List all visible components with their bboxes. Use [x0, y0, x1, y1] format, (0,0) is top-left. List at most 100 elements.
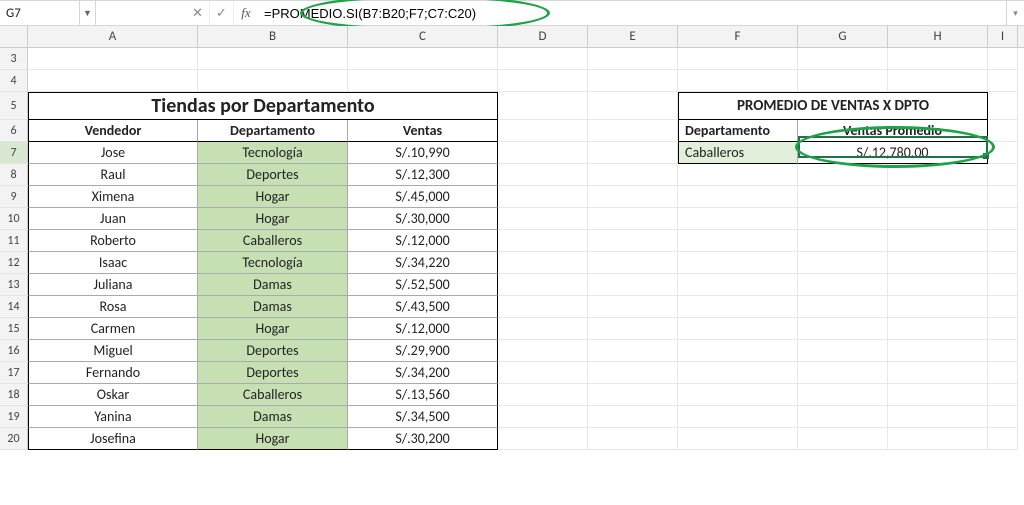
table1-departamento[interactable]: Hogar: [198, 318, 348, 340]
cell[interactable]: [588, 296, 678, 318]
cell[interactable]: [798, 340, 888, 362]
cell[interactable]: [498, 296, 588, 318]
col-header-D[interactable]: D: [498, 26, 588, 47]
row-header-4[interactable]: 4: [0, 70, 28, 92]
cell[interactable]: [988, 208, 1018, 230]
table1-vendedor[interactable]: Yanina: [28, 406, 198, 428]
cell[interactable]: [678, 164, 798, 186]
row-header-3[interactable]: 3: [0, 48, 28, 70]
cell[interactable]: [588, 142, 678, 164]
cell[interactable]: [798, 208, 888, 230]
cell[interactable]: [678, 208, 798, 230]
cell[interactable]: [588, 318, 678, 340]
cell[interactable]: [678, 274, 798, 296]
cell[interactable]: [588, 274, 678, 296]
table1-vendedor[interactable]: Fernando: [28, 362, 198, 384]
cell[interactable]: [588, 48, 678, 70]
cell[interactable]: [498, 48, 588, 70]
table1-vendedor[interactable]: Rosa: [28, 296, 198, 318]
table1-vendedor[interactable]: Isaac: [28, 252, 198, 274]
cell[interactable]: [678, 252, 798, 274]
cell[interactable]: [588, 164, 678, 186]
cell[interactable]: [888, 252, 988, 274]
cell[interactable]: [888, 406, 988, 428]
row-header-19[interactable]: 19: [0, 406, 28, 428]
cell[interactable]: [498, 230, 588, 252]
row-header-18[interactable]: 18: [0, 384, 28, 406]
cell[interactable]: [798, 70, 888, 92]
table2-departamento-value[interactable]: Caballeros: [678, 142, 798, 164]
cell[interactable]: [988, 120, 1018, 142]
table1-ventas[interactable]: S/.30,000: [348, 208, 498, 230]
table1-ventas[interactable]: S/.12,000: [348, 318, 498, 340]
cell[interactable]: [798, 318, 888, 340]
cell[interactable]: [888, 318, 988, 340]
table1-ventas[interactable]: S/.52,500: [348, 274, 498, 296]
worksheet[interactable]: A B C D E F G H I 345Tiendas por Departa…: [0, 26, 1024, 505]
cell[interactable]: [588, 428, 678, 450]
col-header-I[interactable]: I: [988, 26, 1018, 47]
col-header-B[interactable]: B: [198, 26, 348, 47]
table1-vendedor[interactable]: Roberto: [28, 230, 198, 252]
cell[interactable]: [498, 384, 588, 406]
col-header-C[interactable]: C: [348, 26, 498, 47]
cell[interactable]: [678, 384, 798, 406]
cell[interactable]: [588, 362, 678, 384]
cell[interactable]: [988, 70, 1018, 92]
cell[interactable]: [888, 186, 988, 208]
cell[interactable]: [198, 70, 348, 92]
table1-departamento[interactable]: Tecnología: [198, 142, 348, 164]
table1-ventas[interactable]: S/.43,500: [348, 296, 498, 318]
cell[interactable]: [888, 428, 988, 450]
cell[interactable]: [888, 70, 988, 92]
cell[interactable]: [498, 186, 588, 208]
row-header-16[interactable]: 16: [0, 340, 28, 362]
cell[interactable]: [798, 252, 888, 274]
table2-ventas-promedio-value[interactable]: S/.12,780.00: [798, 142, 988, 164]
cell[interactable]: [588, 406, 678, 428]
table1-ventas[interactable]: S/.12,000: [348, 230, 498, 252]
table1-vendedor[interactable]: Jose: [28, 142, 198, 164]
cell[interactable]: [988, 318, 1018, 340]
table1-vendedor[interactable]: Raul: [28, 164, 198, 186]
cell[interactable]: [498, 92, 588, 120]
table1-ventas[interactable]: S/.30,200: [348, 428, 498, 450]
cell[interactable]: [678, 48, 798, 70]
cell[interactable]: [588, 384, 678, 406]
cell[interactable]: [798, 274, 888, 296]
cell[interactable]: [498, 340, 588, 362]
cell[interactable]: [678, 230, 798, 252]
table1-departamento[interactable]: Damas: [198, 406, 348, 428]
select-all-corner[interactable]: [0, 26, 28, 47]
row-header-15[interactable]: 15: [0, 318, 28, 340]
table1-departamento[interactable]: Deportes: [198, 164, 348, 186]
cell[interactable]: [498, 274, 588, 296]
cell[interactable]: [888, 362, 988, 384]
cell[interactable]: [888, 274, 988, 296]
cell[interactable]: [988, 362, 1018, 384]
table1-vendedor[interactable]: Oskar: [28, 384, 198, 406]
cell[interactable]: [798, 406, 888, 428]
cell[interactable]: [498, 406, 588, 428]
col-header-G[interactable]: G: [798, 26, 888, 47]
cell[interactable]: [888, 208, 988, 230]
cell[interactable]: [988, 186, 1018, 208]
cell[interactable]: [498, 164, 588, 186]
table1-departamento[interactable]: Tecnología: [198, 252, 348, 274]
col-header-E[interactable]: E: [588, 26, 678, 47]
table1-ventas[interactable]: S/.34,220: [348, 252, 498, 274]
cell[interactable]: [498, 252, 588, 274]
cell[interactable]: [498, 70, 588, 92]
row-header-6[interactable]: 6: [0, 120, 28, 142]
row-header-20[interactable]: 20: [0, 428, 28, 450]
cell[interactable]: [798, 384, 888, 406]
cell[interactable]: [678, 318, 798, 340]
cell[interactable]: [798, 428, 888, 450]
cell[interactable]: [588, 92, 678, 120]
cell[interactable]: [28, 48, 198, 70]
row-header-7[interactable]: 7: [0, 142, 28, 164]
table1-vendedor[interactable]: Ximena: [28, 186, 198, 208]
cell[interactable]: [588, 186, 678, 208]
cell[interactable]: [988, 274, 1018, 296]
cell[interactable]: [798, 164, 888, 186]
